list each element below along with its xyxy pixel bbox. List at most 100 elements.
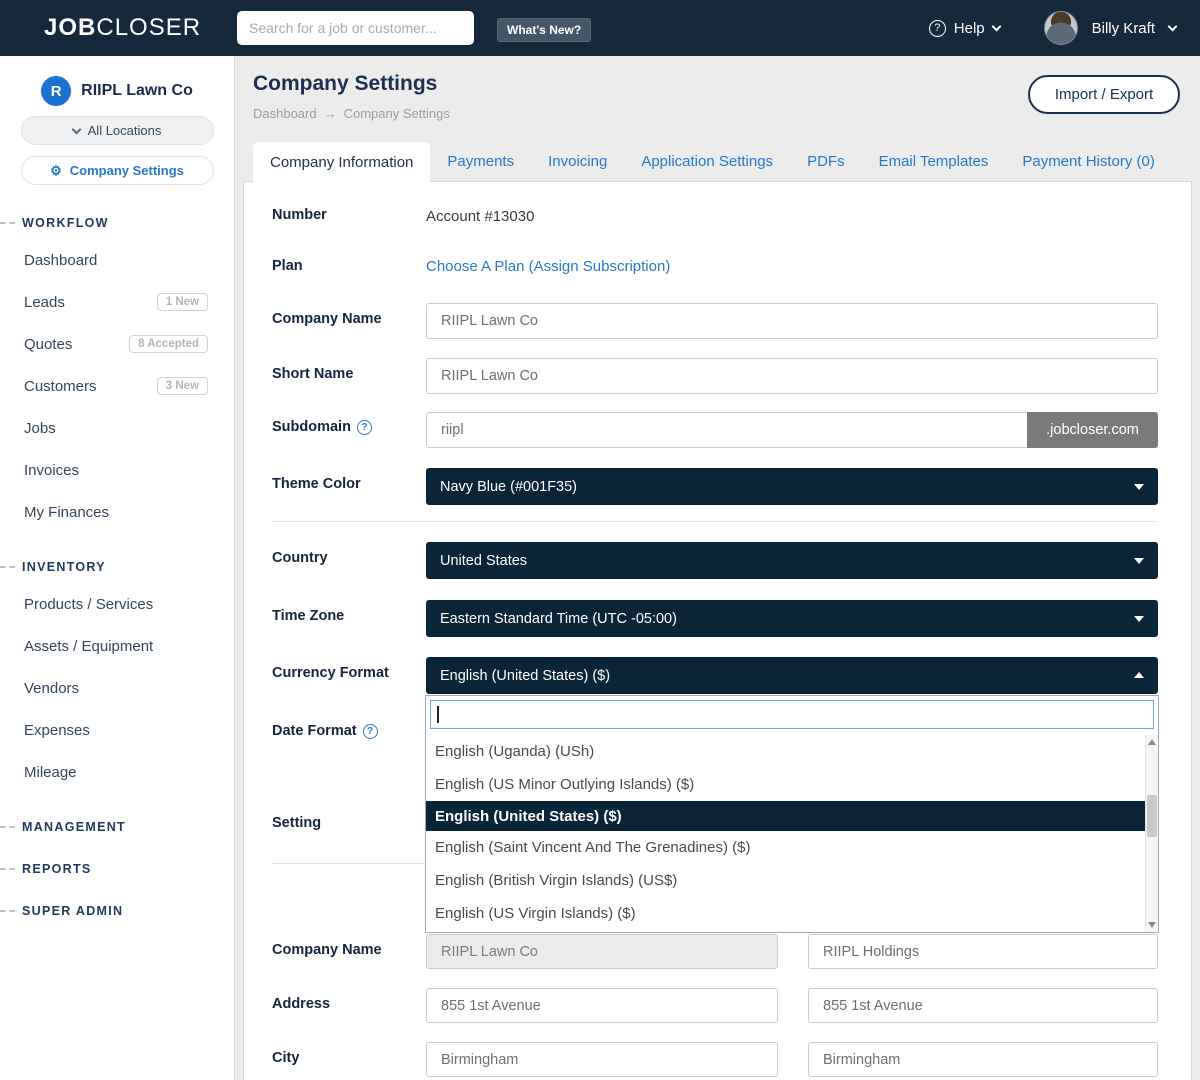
tab-application-settings[interactable]: Application Settings [624,142,790,181]
setting-label: Setting [272,815,422,831]
city-label: City [272,1050,422,1066]
caret-down-icon [1134,484,1144,490]
choose-a-plan-link[interactable]: Choose A Plan [426,258,524,275]
sidebar-item-products-services[interactable]: Products / Services [0,583,234,625]
sidebar-section-reports[interactable]: REPORTS [0,861,234,877]
address-company-name-label: Company Name [272,942,422,958]
whats-new-button[interactable]: What's New? [497,18,591,42]
section-dash-icon [0,826,15,828]
scroll-up-icon[interactable] [1148,739,1156,745]
caret-down-icon [1134,616,1144,622]
company-name-input[interactable] [426,303,1158,339]
sidebar-section-inventory[interactable]: INVENTORY [0,559,234,575]
scroll-down-icon[interactable] [1148,922,1156,928]
quotes-badge: 8 Accepted [129,335,208,353]
time-zone-label: Time Zone [272,608,422,624]
sidebar-item-dashboard[interactable]: Dashboard [0,239,234,281]
caret-down-icon [1134,558,1144,564]
section-dash-icon [0,868,15,870]
sidebar-item-quotes[interactable]: Quotes8 Accepted [0,323,234,365]
section-dash-icon [0,566,15,568]
sidebar-nav: WORKFLOW Dashboard Leads1 New Quotes8 Ac… [0,215,234,919]
address-company-name-left-input [426,934,778,969]
scrollbar-thumb[interactable] [1147,795,1157,837]
option-english-united-states[interactable]: English (United States) ($) [426,801,1145,831]
address-company-name-right-input[interactable] [808,934,1158,969]
option-english-uganda[interactable]: English (Uganda) (USh) [426,735,1145,768]
sidebar-item-invoices[interactable]: Invoices [0,449,234,491]
option-english-british-virgin-islands[interactable]: English (British Virgin Islands) (US$) [426,864,1145,897]
option-english-saint-vincent[interactable]: English (Saint Vincent And The Grenadine… [426,831,1145,864]
text-cursor [437,706,439,723]
sidebar-item-customers[interactable]: Customers3 New [0,365,234,407]
sidebar: R RIIPL Lawn Co All Locations ⚙ Company … [0,56,235,1080]
tab-payment-history[interactable]: Payment History (0) [1005,142,1172,181]
sidebar-item-vendors[interactable]: Vendors [0,667,234,709]
user-avatar[interactable] [1044,11,1078,45]
breadcrumb-arrow-icon: → [324,106,337,121]
global-search-input[interactable] [237,11,474,45]
section-dash-icon [0,222,15,224]
sidebar-item-my-finances[interactable]: My Finances [0,491,234,533]
logo-bold: JOB [44,14,96,41]
tab-pdfs[interactable]: PDFs [790,142,862,181]
short-name-input[interactable] [426,358,1158,394]
user-name: Billy Kraft [1092,20,1155,37]
subdomain-field: .jobcloser.com [426,412,1158,448]
number-label: Number [272,207,422,223]
help-label: Help [954,20,985,37]
theme-color-label: Theme Color [272,476,422,492]
app-logo: JOBCLOSER [44,14,201,42]
dropdown-scrollbar[interactable] [1145,735,1158,932]
currency-format-label: Currency Format [272,665,422,681]
address-right-input[interactable] [808,988,1158,1023]
subdomain-suffix: .jobcloser.com [1027,412,1158,448]
option-english-us-virgin-islands[interactable]: English (US Virgin Islands) ($) [426,897,1145,930]
sidebar-section-super-admin[interactable]: SUPER ADMIN [0,903,234,919]
sidebar-item-leads[interactable]: Leads1 New [0,281,234,323]
theme-color-select[interactable]: Navy Blue (#001F35) [426,468,1158,505]
tab-invoicing[interactable]: Invoicing [531,142,624,181]
company-settings-button[interactable]: ⚙ Company Settings [21,156,214,185]
city-left-input[interactable] [426,1042,778,1077]
short-name-label: Short Name [272,366,422,382]
tab-payments[interactable]: Payments [430,142,531,181]
date-format-help-icon[interactable]: ? [363,724,378,739]
help-menu[interactable]: ? Help [929,20,1000,37]
time-zone-select[interactable]: Eastern Standard Time (UTC -05:00) [426,600,1158,637]
account-number-value: Account #13030 [426,208,534,225]
leads-badge: 1 New [157,293,208,311]
option-english-us-minor-outlying-islands[interactable]: English (US Minor Outlying Islands) ($) [426,768,1145,801]
logo-light: CLOSER [96,14,201,41]
plan-label: Plan [272,258,422,274]
subdomain-input[interactable] [426,412,1027,448]
all-locations-label: All Locations [88,123,162,138]
subdomain-help-icon[interactable]: ? [357,420,372,435]
tab-company-information[interactable]: Company Information [253,142,430,182]
sidebar-section-management[interactable]: MANAGEMENT [0,819,234,835]
sidebar-item-expenses[interactable]: Expenses [0,709,234,751]
city-right-input[interactable] [808,1042,1158,1077]
plan-links: Choose A Plan (Assign Subscription) [426,258,670,275]
all-locations-dropdown[interactable]: All Locations [21,116,214,145]
subdomain-label: Subdomain ? [272,419,422,435]
dropdown-search-input[interactable] [430,700,1154,729]
import-export-button[interactable]: Import / Export [1028,75,1180,114]
assign-subscription-link[interactable]: (Assign Subscription) [529,258,671,275]
top-navbar: JOBCLOSER What's New? ? Help Billy Kraft [0,0,1200,56]
country-select[interactable]: United States [426,542,1158,579]
sidebar-item-mileage[interactable]: Mileage [0,751,234,793]
sidebar-item-assets-equipment[interactable]: Assets / Equipment [0,625,234,667]
customers-badge: 3 New [157,377,208,395]
sidebar-item-jobs[interactable]: Jobs [0,407,234,449]
breadcrumb-dashboard[interactable]: Dashboard [253,106,317,121]
section-dash-icon [0,910,15,912]
sidebar-section-workflow[interactable]: WORKFLOW [0,215,234,231]
chevron-down-icon [991,21,1001,31]
currency-format-select[interactable]: English (United States) ($) [426,657,1158,694]
tab-email-templates[interactable]: Email Templates [862,142,1006,181]
user-menu-chevron-icon[interactable] [1168,21,1178,31]
help-icon: ? [929,20,946,37]
address-left-input[interactable] [426,988,778,1023]
main-content: Company Settings Dashboard → Company Set… [235,56,1200,1080]
